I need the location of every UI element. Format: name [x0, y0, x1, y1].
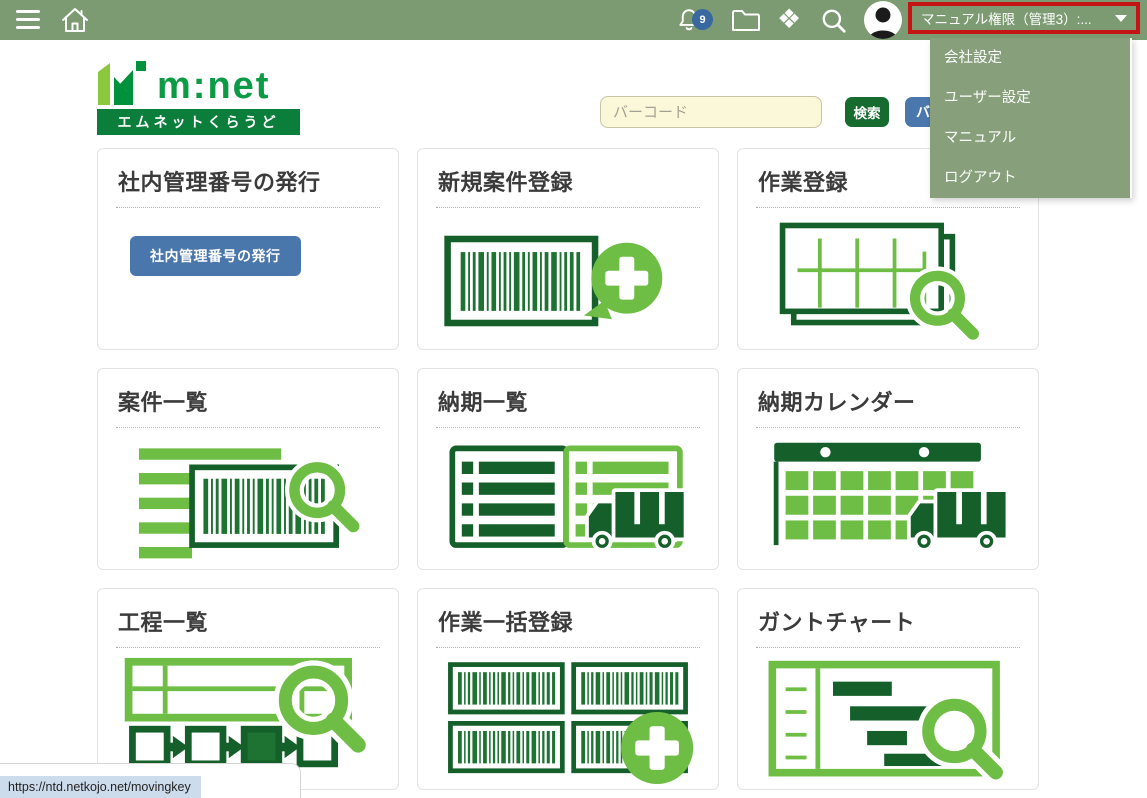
card-work-bulk-register[interactable]: 作業一括登録: [417, 588, 719, 790]
card-title: 工程一覧: [118, 605, 380, 637]
ledger-truck-icon: [443, 437, 693, 565]
menu-item-logout[interactable]: ログアウト: [930, 158, 1130, 198]
divider: [116, 207, 380, 208]
card-gantt-chart[interactable]: ガントチャート: [737, 588, 1039, 790]
internal-id-issue-button[interactable]: 社内管理番号の発行: [130, 236, 301, 276]
card-title: ガントチャート: [758, 605, 1020, 637]
table-search-icon: [768, 218, 1008, 344]
menu-item-company-settings[interactable]: 会社設定: [930, 38, 1130, 78]
card-due-date-calendar[interactable]: 納期カレンダー: [737, 368, 1039, 570]
brand-name: m:net: [157, 67, 270, 105]
card-internal-id-issue[interactable]: 社内管理番号の発行 社内管理番号の発行: [97, 148, 399, 350]
caret-down-icon: [1115, 15, 1127, 22]
card-title: 案件一覧: [118, 385, 380, 417]
brand-subtitle: エムネットくらうど: [97, 109, 300, 135]
menu-item-user-settings[interactable]: ユーザー設定: [930, 78, 1130, 118]
search-icon[interactable]: [820, 7, 848, 35]
notification-badge: 9: [692, 9, 713, 30]
card-process-list[interactable]: 工程一覧: [97, 588, 399, 790]
top-navigation-bar: 9 ❖ マニュアル権限（管理3）:...: [0, 0, 1147, 40]
barcodes-plus-icon: [442, 657, 694, 785]
status-url: https://ntd.netkojo.net/movingkey: [0, 776, 201, 798]
card-title: 社内管理番号の発行: [118, 165, 380, 197]
gantt-search-icon: [763, 657, 1013, 785]
card-new-project[interactable]: 新規案件登録: [417, 148, 719, 350]
user-avatar[interactable]: [864, 1, 902, 39]
card-title: 作業一括登録: [438, 605, 700, 637]
logo-mark-icon: [97, 57, 147, 105]
card-title: 納期カレンダー: [758, 385, 1020, 417]
card-title: 新規案件登録: [438, 165, 700, 197]
list-barcode-search-icon: [127, 437, 369, 565]
hamburger-menu-icon[interactable]: [16, 10, 40, 29]
status-bar: https://ntd.netkojo.net/movingkey: [0, 763, 301, 798]
calendar-truck-icon: [763, 437, 1013, 565]
card-project-list[interactable]: 案件一覧: [97, 368, 399, 570]
account-menu: 会社設定 ユーザー設定 マニュアル ログアウト: [930, 38, 1132, 198]
search-button[interactable]: 検索: [845, 97, 889, 127]
card-due-date-list[interactable]: 納期一覧: [417, 368, 719, 570]
account-role-dropdown[interactable]: マニュアル権限（管理3）:...: [908, 2, 1140, 34]
folder-icon[interactable]: [731, 9, 761, 32]
app-logo[interactable]: m:net エムネットくらうど: [97, 57, 300, 135]
barcode-search-input[interactable]: [600, 96, 822, 128]
menu-card-grid: 社内管理番号の発行 社内管理番号の発行 新規案件登録 作業登録: [97, 148, 1040, 790]
menu-item-manual[interactable]: マニュアル: [930, 118, 1130, 158]
account-role-label: マニュアル権限（管理3）:...: [921, 8, 1109, 28]
barcode-plus-icon: [442, 218, 694, 344]
dropbox-icon[interactable]: ❖: [777, 2, 801, 36]
home-icon[interactable]: [60, 6, 90, 34]
card-title: 納期一覧: [438, 385, 700, 417]
